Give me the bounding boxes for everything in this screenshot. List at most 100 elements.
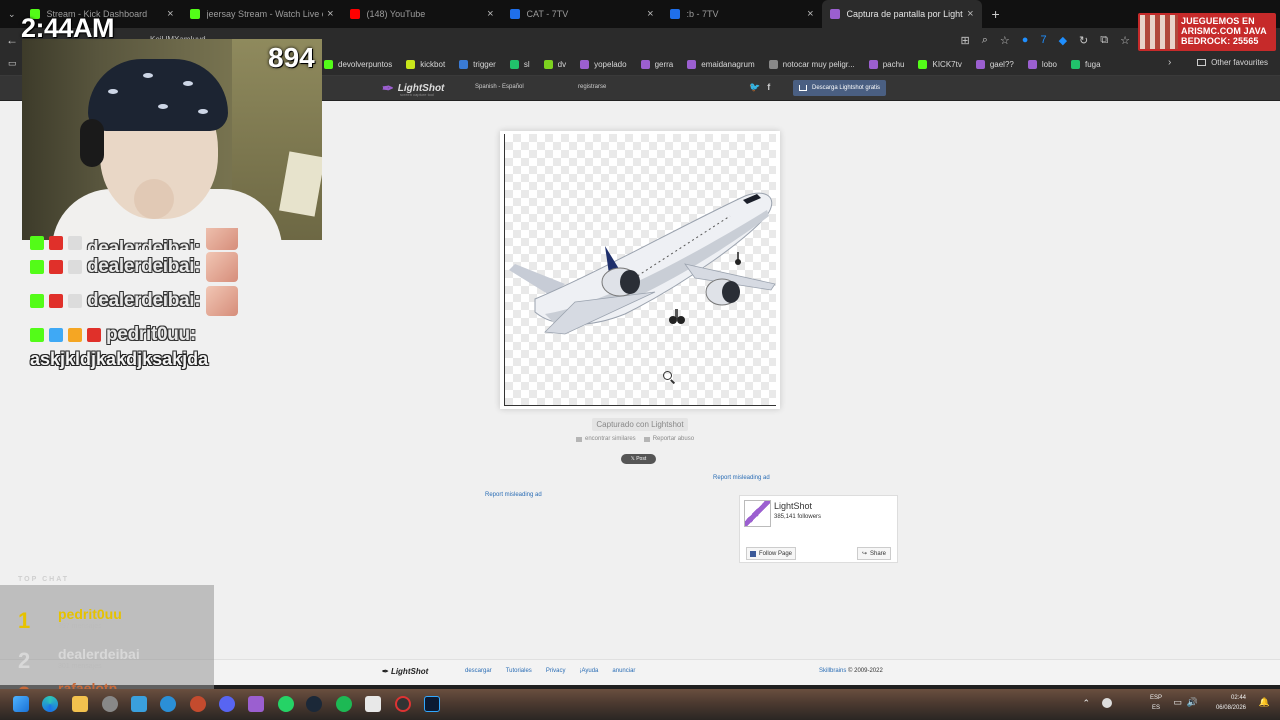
bookmark-item[interactable]: trigger [459,59,496,69]
tab-favicon-icon [349,9,360,19]
footer-link[interactable]: Tutoriales [506,668,532,674]
recording-app-icon[interactable] [395,696,411,712]
footer-logo[interactable]: ✒ LightShot [382,667,428,676]
fb-share-button[interactable]: ↪ Share [856,547,891,560]
apps-icon[interactable]: ⊞ [961,34,970,47]
file-explorer-icon[interactable] [72,696,88,712]
app-icon[interactable] [365,696,381,712]
bookmark-item[interactable]: notocar muy peligr... [768,59,855,69]
download-lightshot-button[interactable]: Descarga Lightshot gratis [793,80,887,96]
other-favourites[interactable]: Other favourites [1197,58,1268,67]
windows-start-icon[interactable] [13,696,29,712]
extension-2-icon[interactable]: ◆ [1059,34,1067,47]
tab-close-icon[interactable]: × [807,8,813,20]
whatsapp-icon[interactable] [278,696,294,712]
notification-bell-icon[interactable]: 🔔 [1259,697,1270,708]
language-selector[interactable]: Spanish - Español [475,84,524,90]
report-misleading-ad-link-2[interactable]: Report misleading ad [485,492,542,498]
browser-tab[interactable]: jeersay Stream - Watch Live on Ki× [182,0,342,28]
bookmark-item[interactable]: gerra [640,59,673,69]
steam-icon[interactable] [306,696,322,712]
favorite-star-icon[interactable]: ☆ [1000,34,1010,47]
tab-close-icon[interactable]: × [167,8,173,20]
zoom-icon[interactable]: ⌕ [982,34,988,47]
extension-icon[interactable]: ● [1022,34,1029,46]
chat-emote-icon [206,252,239,282]
tray-overflow-chevron-icon[interactable]: ⌃ [1082,698,1090,709]
bookmark-item[interactable]: pachu [868,59,904,69]
bookmark-item[interactable]: dv [543,59,566,69]
tab-favicon-icon [509,9,520,19]
bookmark-item[interactable]: emaidanagrum [687,59,755,69]
lightshot-feather-avatar[interactable] [744,500,771,527]
bookmarks-menu-icon[interactable]: ▭ [8,58,17,69]
refresh-extension-icon[interactable]: ↻ [1079,34,1088,47]
volume-icon[interactable]: 🔊 [1187,697,1198,708]
browser-tab[interactable]: CAT - 7TV × [502,0,662,28]
display-icon[interactable] [131,696,147,712]
lightshot-icon[interactable] [248,696,264,712]
tab-menu-chevron-icon[interactable]: ⌄ [8,9,16,20]
facebook-icon[interactable]: f [767,82,770,93]
spotify-icon[interactable] [336,696,352,712]
find-similar-link[interactable]: encontrar similares [576,436,636,442]
footer-link[interactable]: descargar [465,668,492,674]
report-abuse-link[interactable]: Reportar abuso [643,436,694,442]
ccleaner-icon[interactable] [160,696,176,712]
network-icon[interactable]: ▭ [1173,697,1182,708]
bookmark-item[interactable]: KICK7tv [918,59,962,69]
lightshot-logo[interactable]: ✒ LightShot screen capture tool [382,80,444,97]
chat-username: dealerdeibai: [87,256,201,277]
steam-tray-icon[interactable] [1102,698,1112,708]
chat-badge-icon [87,328,101,342]
top-chat-title: TOP CHAT [18,576,70,583]
bookmark-item[interactable]: gael?? [975,59,1014,69]
footer-link[interactable]: anunciar [612,668,635,674]
chat-badge-icon [68,260,82,274]
obs-icon[interactable] [190,696,206,712]
language-indicator[interactable]: ESP ES [1150,693,1162,713]
bandana-pattern [198,109,208,114]
report-misleading-ad-link[interactable]: Report misleading ad [713,475,770,481]
bookmark-item[interactable]: fuga [1070,59,1101,69]
register-link[interactable]: registrarse [578,84,606,90]
seventv-extension-icon[interactable]: 7 [1040,34,1046,46]
skillbrains-link[interactable]: Skillbrains [819,668,846,674]
browser-tab[interactable]: :b - 7TV × [662,0,822,28]
chat-badge-icon [49,294,63,308]
screenshot-image[interactable] [504,134,776,406]
bookmark-favicon-icon [324,59,333,69]
bookmark-item[interactable]: lobo [1027,59,1057,69]
bookmarks-overflow-chevron-icon[interactable]: › [1168,57,1171,68]
back-arrow-icon[interactable]: ← [6,33,18,47]
browser-tab[interactable]: Captura de pantalla por Lightshot× [821,0,982,28]
edge-icon[interactable] [42,696,58,712]
webcam-bandana [88,59,228,131]
bookmark-item[interactable]: yopelado [580,59,627,69]
tab-close-icon[interactable]: × [647,8,653,20]
footer-feather-icon: ✒ [382,667,389,676]
fb-follow-label: Follow Page [759,550,793,557]
split-screen-icon[interactable]: ⧉ [1100,34,1108,47]
server-ad-banner: JUEGUEMOS EN ARISMC.COM JAVA BEDROCK: 25… [1138,13,1276,51]
favorites-icon[interactable]: ☆ [1120,34,1130,47]
bookmark-item[interactable]: sl [509,59,530,69]
footer-link[interactable]: Privacy [546,668,566,674]
new-tab-button[interactable]: + [992,6,1000,22]
browser-tab[interactable]: (148) YouTube × [342,0,502,28]
tab-close-icon[interactable]: × [967,8,973,20]
bookmark-item[interactable]: kickbot [406,59,445,69]
twitter-icon[interactable]: 🐦 [749,82,760,93]
x-post-button[interactable]: 𝕏 Post [621,454,656,464]
settings-gear-icon[interactable] [102,696,118,712]
fb-follow-button[interactable]: Follow Page [746,547,797,560]
fb-page-name[interactable]: LightShot [774,501,812,511]
webcam-headset [80,119,104,167]
photoshop-icon[interactable] [424,696,440,712]
bookmark-item[interactable]: devolverpuntos [324,59,392,69]
discord-icon[interactable] [219,696,235,712]
tab-close-icon[interactable]: × [487,8,493,20]
system-clock[interactable]: 02:44 06/08/2026 [1216,693,1246,713]
footer-link[interactable]: ¡Ayuda [579,668,598,674]
tab-close-icon[interactable]: × [327,8,333,20]
